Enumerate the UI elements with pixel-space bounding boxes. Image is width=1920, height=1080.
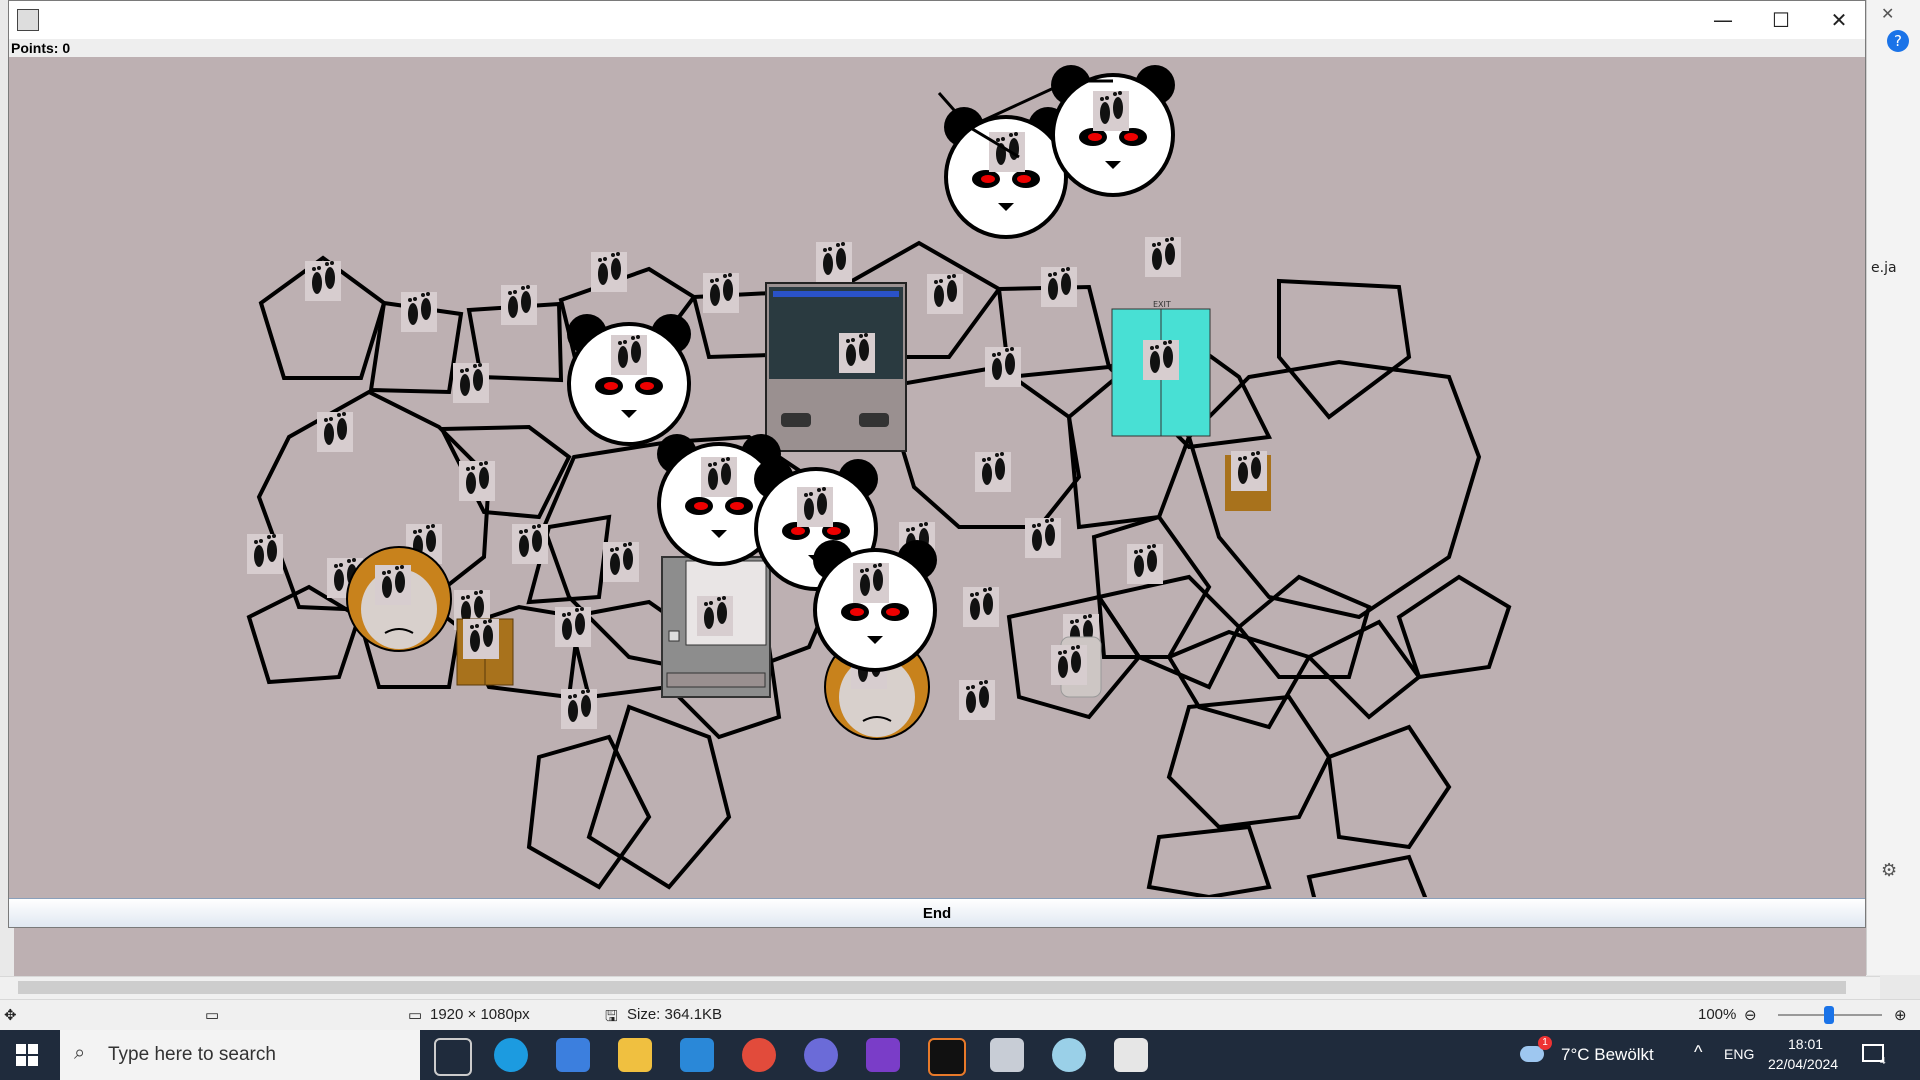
- maximize-button[interactable]: ☐: [1752, 1, 1810, 39]
- clock-date[interactable]: 22/04/2024: [1768, 1056, 1838, 1072]
- close-button[interactable]: ✕: [1810, 1, 1865, 39]
- exit-label: EXIT: [1153, 300, 1171, 309]
- game-board[interactable]: EXIT: [9, 57, 1865, 920]
- footprints-icon: [985, 347, 1021, 387]
- footprints-icon: [591, 252, 627, 292]
- footprints-icon: [927, 274, 963, 314]
- door-icon: [1225, 451, 1271, 511]
- zoom-in-icon[interactable]: ⊕: [1894, 1006, 1907, 1024]
- file-tab-fragment: e.ja: [1871, 260, 1897, 276]
- zoom-level: 100%: [1698, 1006, 1737, 1023]
- footprints-icon: [453, 363, 489, 403]
- edge-icon[interactable]: [494, 1038, 528, 1072]
- zoom-slider-thumb[interactable]: [1824, 1006, 1834, 1024]
- exit-door-icon: [1111, 308, 1211, 437]
- notification-count: 4: [1880, 1056, 1886, 1067]
- panda-icon: [942, 105, 1070, 239]
- background-canvas-peek: [14, 924, 1866, 976]
- points-label: Points: 0: [11, 40, 71, 56]
- java-app-taskbar-icon[interactable]: [1114, 1038, 1148, 1072]
- save-icon: 🖫: [605, 1008, 618, 1025]
- chair-icon: [1051, 636, 1102, 698]
- background-side-panel: ✕ ? e.ja ⚙: [1866, 0, 1920, 975]
- search-icon: ⌕: [74, 1042, 86, 1064]
- footprints-icon: [512, 524, 548, 564]
- dimensions-icon: ▭: [408, 1007, 423, 1024]
- close-icon[interactable]: ✕: [1881, 4, 1894, 23]
- footprints-icon: [1025, 518, 1061, 558]
- mail-icon[interactable]: [680, 1038, 714, 1072]
- footprints-icon: [1145, 237, 1181, 277]
- intellij-icon[interactable]: [928, 1038, 966, 1076]
- paint-icon[interactable]: [1052, 1038, 1086, 1072]
- status-bar: ✥ ▭ ▭ 1920 × 1080px 🖫 Size: 364.1KB 100%…: [0, 999, 1920, 1030]
- gear-icon[interactable]: ⚙: [1881, 860, 1897, 881]
- footprints-icon: [703, 273, 739, 313]
- panda-icon: [811, 538, 939, 672]
- arcade-icon: [765, 282, 907, 452]
- image-dimensions: 1920 × 1080px: [430, 1006, 530, 1023]
- door-icon: [456, 618, 514, 686]
- move-icon: ✥: [4, 1007, 17, 1024]
- language-indicator[interactable]: ENG: [1724, 1046, 1754, 1062]
- footprints-icon: [975, 452, 1011, 492]
- footprints-icon: [555, 607, 591, 647]
- store-icon[interactable]: [556, 1038, 590, 1072]
- search-placeholder: Type here to search: [108, 1044, 276, 1065]
- footprints-icon: [305, 261, 341, 301]
- discord-icon[interactable]: [804, 1038, 838, 1072]
- safe-icon: [661, 556, 771, 698]
- clock-time[interactable]: 18:01: [1788, 1036, 1823, 1052]
- title-bar: — ☐ ✕: [9, 1, 1865, 39]
- taskbar-search[interactable]: ⌕ Type here to search: [60, 1030, 420, 1080]
- file-explorer-icon[interactable]: [618, 1038, 652, 1072]
- monkey-icon: [346, 546, 452, 652]
- selection-icon: ▭: [205, 1007, 220, 1024]
- footprints-icon: [247, 534, 283, 574]
- footprints-icon: [1127, 544, 1163, 584]
- visual-studio-icon[interactable]: [866, 1038, 900, 1072]
- chevron-up-icon[interactable]: ^: [1694, 1042, 1702, 1063]
- footprints-icon: [317, 412, 353, 452]
- footprints-icon: [816, 242, 852, 282]
- points-bar: Points: 0: [9, 39, 1865, 57]
- weather-badge: 1: [1538, 1036, 1552, 1050]
- minimize-button[interactable]: —: [1694, 1, 1752, 39]
- footprints-icon: [561, 689, 597, 729]
- java-app-icon: [17, 9, 39, 31]
- scrollbar-thumb[interactable]: [18, 981, 1846, 994]
- footprints-icon: [603, 542, 639, 582]
- footprints-icon: [501, 285, 537, 325]
- help-icon[interactable]: ?: [1887, 30, 1909, 52]
- zoom-out-icon[interactable]: ⊖: [1744, 1006, 1757, 1024]
- footprints-icon: [459, 461, 495, 501]
- chrome-icon[interactable]: [742, 1038, 776, 1072]
- terminal-icon[interactable]: [990, 1038, 1024, 1072]
- taskbar: ⌕ Type here to search 1 7°C Bewölkt ^ EN…: [0, 1030, 1920, 1080]
- file-size: Size: 364.1KB: [627, 1006, 723, 1023]
- weather-text[interactable]: 7°C Bewölkt: [1561, 1045, 1654, 1065]
- task-view-icon[interactable]: [434, 1038, 472, 1076]
- footprints-icon: [959, 680, 995, 720]
- game-window: — ☐ ✕ Points: 0 EXIT End: [8, 0, 1866, 928]
- panda-icon: [565, 312, 693, 446]
- horizontal-scrollbar[interactable]: [0, 976, 1880, 999]
- footprints-icon: [401, 292, 437, 332]
- end-button[interactable]: End: [9, 898, 1865, 927]
- windows-start-icon[interactable]: [16, 1044, 38, 1066]
- footprints-icon: [1041, 267, 1077, 307]
- footprints-icon: [963, 587, 999, 627]
- panda-icon: [1049, 63, 1177, 197]
